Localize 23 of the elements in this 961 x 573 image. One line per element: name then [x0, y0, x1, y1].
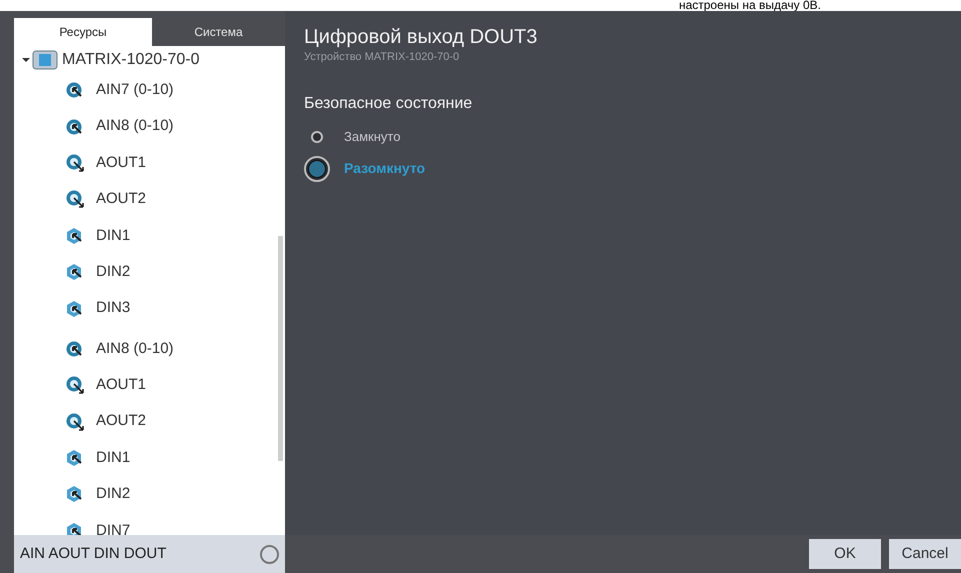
tree-item[interactable]: DIN1	[96, 224, 130, 247]
tree-item[interactable]: AIN7 (0-10)	[96, 78, 174, 102]
tree-item[interactable]: DIN1	[96, 446, 130, 470]
tree-item[interactable]: AIN8 (0-10)	[96, 338, 174, 360]
tree-item[interactable]: AOUT2	[96, 410, 146, 433]
tree-item[interactable]: AOUT1	[96, 374, 146, 397]
section-heading: Безопасное состояние	[304, 94, 474, 114]
detail-subtitle: Устройство MATRIX-1020-70-0	[304, 50, 460, 65]
dialog-button[interactable]: Cancel	[889, 539, 961, 569]
tree-item[interactable]: DIN3	[96, 297, 130, 320]
note-text: настроены на выдачу 0В.	[678, 0, 821, 11]
dialog-button[interactable]: OK	[809, 539, 881, 569]
filter-text[interactable]: AIN AOUT DIN DOUT	[20, 542, 166, 566]
tree-item[interactable]: AIN8 (0-10)	[96, 115, 174, 138]
detail-title: Цифровой выход DOUT3	[304, 25, 538, 49]
tree-item[interactable]: DIN7	[96, 520, 130, 535]
tree-item[interactable]: AOUT2	[96, 188, 146, 211]
radio-label[interactable]: Замкнуто	[344, 126, 400, 146]
tree-item[interactable]: DIN2	[96, 260, 130, 284]
tree-item[interactable]: DIN2	[96, 483, 130, 506]
tree-item[interactable]: AOUT1	[96, 152, 146, 174]
tab[interactable]: Ресурсы	[14, 18, 152, 46]
tree-item[interactable]: MATRIX-1020-70-0	[62, 48, 200, 72]
